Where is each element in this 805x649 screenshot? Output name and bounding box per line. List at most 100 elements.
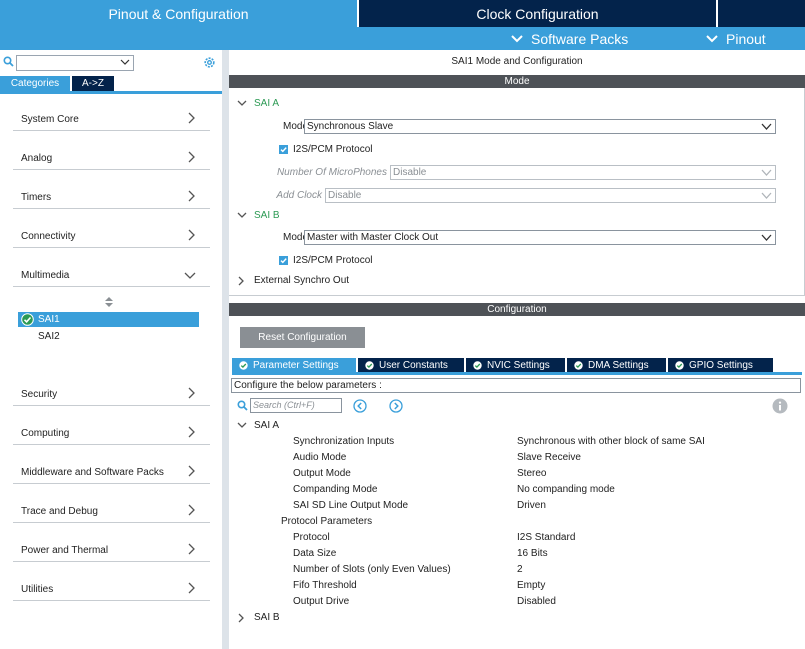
category-search-combo[interactable] [16, 55, 134, 71]
param-group-sai-a[interactable]: SAI A [237, 420, 297, 432]
param-name[interactable]: Output Mode [293, 468, 351, 479]
mode-configuration-panel: SAI1 Mode and Configuration Mode SAI A M… [229, 50, 805, 649]
tab-project-manager[interactable] [718, 0, 805, 27]
sai-a-mode-select[interactable]: Synchronous Slave [304, 119, 776, 134]
param-group-label: SAI A [254, 420, 280, 431]
tab-pinout-configuration[interactable]: Pinout & Configuration [0, 0, 357, 27]
param-name[interactable]: Companding Mode [293, 484, 378, 495]
tab-gpio-settings[interactable]: GPIO Settings [668, 358, 773, 372]
category-label: Multimedia [21, 270, 70, 281]
software-packs-menu[interactable]: Software Packs [511, 27, 628, 50]
param-value[interactable]: Driven [517, 500, 546, 511]
configuration-section-header: Configuration [229, 303, 805, 316]
tab-user-constants[interactable]: User Constants [358, 358, 464, 372]
info-icon[interactable] [772, 398, 788, 414]
param-name[interactable]: SAI SD Line Output Mode [293, 500, 408, 511]
category-item-analog[interactable]: Analog [13, 143, 210, 170]
category-panel: Categories A->Z System Core Analog Timers C… [0, 50, 222, 649]
peripheral-item-sai2[interactable]: SAI2 [18, 329, 199, 344]
tab-underline [232, 372, 802, 375]
sai-b-mode-select[interactable]: Master with Master Clock Out [304, 230, 776, 245]
previous-match-icon[interactable] [353, 399, 367, 413]
param-name[interactable]: Synchronization Inputs [293, 436, 394, 447]
param-group-sai-b[interactable]: SAI B [237, 612, 297, 624]
chevron-down-icon [237, 422, 247, 428]
category-item-multimedia[interactable]: Multimedia [13, 260, 210, 287]
category-item-security[interactable]: Security [13, 379, 210, 406]
param-value[interactable]: Stereo [517, 468, 546, 479]
param-value[interactable]: 2 [517, 564, 523, 575]
chevron-down-icon [761, 234, 772, 241]
chevron-right-icon [188, 582, 195, 594]
sort-icon[interactable] [104, 296, 114, 308]
category-item-system-core[interactable]: System Core [13, 104, 210, 131]
peripheral-item-sai1[interactable]: SAI1 [18, 312, 199, 327]
tab-label: DMA Settings [588, 359, 649, 371]
chevron-down-icon [761, 169, 772, 176]
check-circle-icon [365, 360, 374, 370]
check-circle-icon [239, 360, 248, 370]
sai-a-protocol-label: I2S/PCM Protocol [293, 144, 373, 155]
category-item-middleware-and-software-packs[interactable]: Middleware and Software Packs [13, 457, 210, 484]
param-value[interactable]: Synchronous with other block of same SAI [517, 436, 705, 447]
chevron-right-icon [188, 387, 195, 399]
sai-b-tree-node[interactable]: SAI B [237, 210, 317, 222]
tab-clock-configuration[interactable]: Clock Configuration [359, 0, 716, 27]
sai-a-tree-node[interactable]: SAI A [237, 98, 317, 110]
next-match-icon[interactable] [389, 399, 403, 413]
category-item-trace-and-debug[interactable]: Trace and Debug [13, 496, 210, 523]
tab-parameter-settings[interactable]: Parameter Settings [232, 358, 356, 372]
tab-categories[interactable]: Categories [0, 76, 70, 91]
param-value[interactable]: Disabled [517, 596, 556, 607]
tab-a-z[interactable]: A->Z [72, 76, 114, 91]
category-item-computing[interactable]: Computing [13, 418, 210, 445]
tab-label: User Constants [379, 359, 448, 371]
gear-icon[interactable] [203, 56, 216, 69]
checkbox-checked-icon [279, 256, 288, 265]
chevron-right-icon [238, 276, 244, 286]
tab-label: GPIO Settings [689, 359, 753, 371]
param-value[interactable]: I2S Standard [517, 532, 575, 543]
param-name[interactable]: Protocol [293, 532, 330, 543]
tab-nvic-settings[interactable]: NVIC Settings [466, 358, 565, 372]
pinout-menu[interactable]: Pinout [706, 27, 766, 50]
chevron-right-icon [188, 229, 195, 241]
chevron-down-icon [184, 272, 196, 279]
sai-b-protocol-checkbox[interactable]: I2S/PCM Protocol [279, 255, 399, 267]
tab-underline [0, 91, 222, 94]
category-item-connectivity[interactable]: Connectivity [13, 221, 210, 248]
param-value[interactable]: No companding mode [517, 484, 615, 495]
chevron-down-icon [761, 192, 772, 199]
param-value[interactable]: 16 Bits [517, 548, 548, 559]
param-name[interactable]: Data Size [293, 548, 336, 559]
param-value[interactable]: Slave Receive [517, 452, 581, 463]
category-label: Trace and Debug [21, 506, 98, 517]
param-name[interactable]: Number of Slots (only Even Values) [293, 564, 451, 575]
chevron-right-icon [188, 426, 195, 438]
category-item-utilities[interactable]: Utilities [13, 574, 210, 601]
search-icon [3, 56, 14, 67]
sai-b-protocol-label: I2S/PCM Protocol [293, 255, 373, 266]
sai-a-add-clock-select[interactable]: Disable [325, 188, 776, 203]
chevron-down-icon [120, 59, 130, 65]
category-search-row [0, 53, 222, 71]
param-name[interactable]: Fifo Threshold [293, 580, 357, 591]
sai-a-mics-select[interactable]: Disable [390, 165, 776, 180]
reset-configuration-button[interactable]: Reset Configuration [240, 327, 365, 348]
param-name[interactable]: Output Drive [293, 596, 349, 607]
chevron-down-icon [237, 212, 247, 218]
category-label: Power and Thermal [21, 545, 109, 556]
param-value[interactable]: Empty [517, 580, 545, 591]
param-name[interactable]: Audio Mode [293, 452, 346, 463]
panel-splitter[interactable] [222, 50, 229, 649]
mode-section: SAI A Mode Synchronous Slave I2S/PCM Pro… [229, 88, 805, 296]
category-item-power-and-thermal[interactable]: Power and Thermal [13, 535, 210, 562]
chevron-right-icon [188, 151, 195, 163]
tab-dma-settings[interactable]: DMA Settings [567, 358, 666, 372]
parameter-search-input[interactable]: Search (Ctrl+F) [250, 398, 342, 413]
chevron-right-icon [188, 112, 195, 124]
category-item-timers[interactable]: Timers [13, 182, 210, 209]
checkbox-checked-icon [279, 145, 288, 154]
external-synchro-tree-node[interactable]: External Synchro Out [237, 275, 377, 287]
sai-a-protocol-checkbox[interactable]: I2S/PCM Protocol [279, 144, 399, 156]
